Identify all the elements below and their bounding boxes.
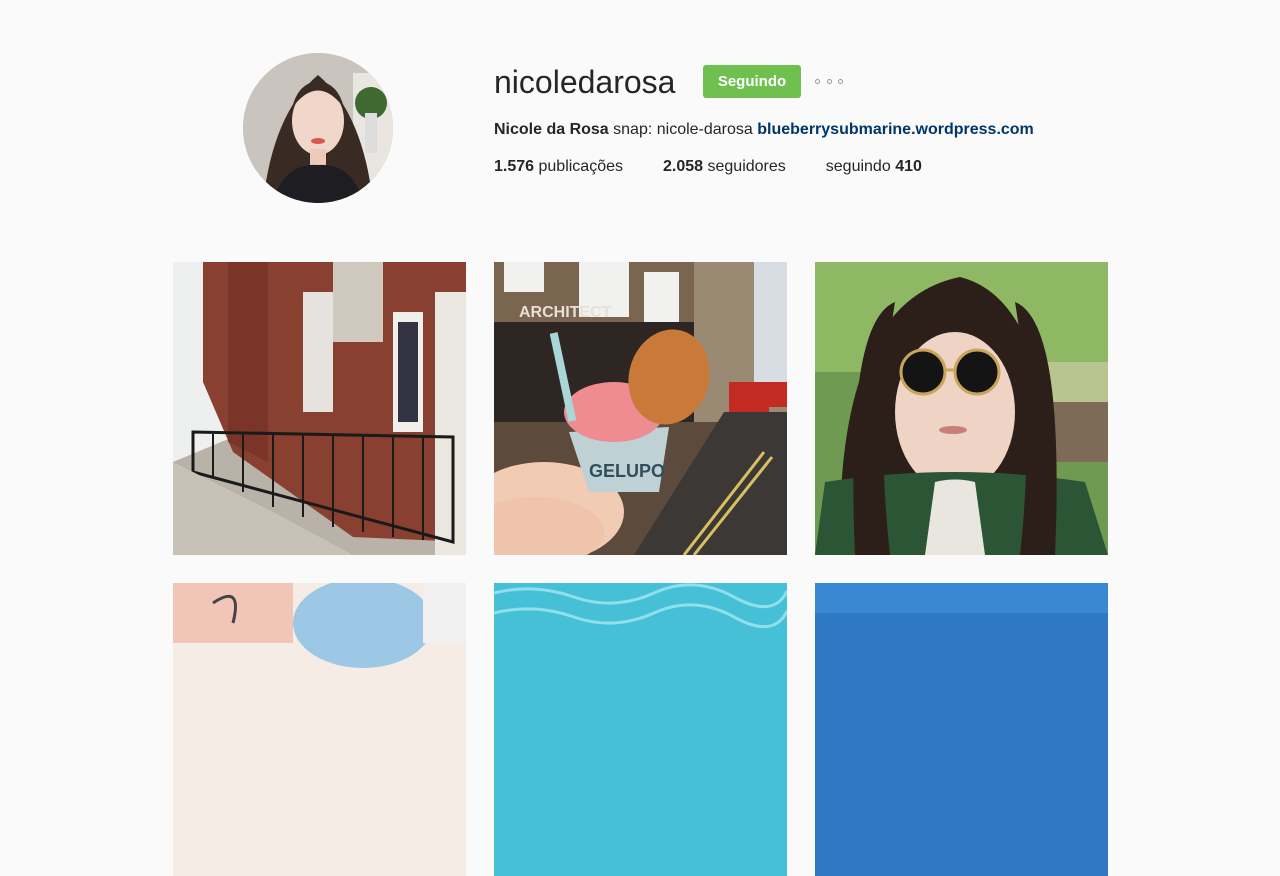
following-stat[interactable]: seguindo 410 — [826, 157, 922, 177]
post-sign-text: ARCHITECT — [519, 304, 612, 321]
post-thumbnail[interactable] — [815, 583, 1108, 876]
profile-bio: Nicole da Rosa snap: nicole-darosa blueb… — [494, 120, 1034, 140]
posts-stat: 1.576 publicações — [494, 157, 623, 177]
followers-count: 2.058 — [663, 158, 704, 175]
post-cup-text: GELUPO — [589, 461, 665, 481]
post-thumbnail[interactable] — [173, 583, 466, 876]
profile-avatar[interactable] — [243, 53, 393, 203]
profile-full-name: Nicole da Rosa — [494, 121, 609, 138]
profile-username: nicoledarosa — [494, 64, 676, 100]
profile-bio-text: snap: nicole-darosa — [613, 121, 753, 138]
followers-stat[interactable]: 2.058 seguidores — [663, 157, 786, 177]
following-count: 410 — [895, 158, 922, 175]
post-thumbnail[interactable] — [494, 583, 787, 876]
posts-label: publicações — [538, 158, 624, 175]
following-button[interactable]: Seguindo — [703, 65, 801, 98]
profile-stats: 1.576 publicações 2.058 seguidores segui… — [494, 157, 962, 177]
post-thumbnail[interactable] — [815, 262, 1108, 555]
posts-count: 1.576 — [494, 158, 535, 175]
dot-icon — [838, 78, 843, 84]
followers-label: seguidores — [707, 158, 786, 175]
profile-website-link[interactable]: blueberrysubmarine.wordpress.com — [757, 121, 1034, 138]
dot-icon — [815, 78, 820, 84]
following-label: seguindo — [825, 158, 891, 175]
more-options-icon[interactable] — [815, 73, 843, 89]
dot-icon — [826, 78, 832, 84]
post-thumbnail[interactable] — [173, 262, 466, 555]
post-thumbnail[interactable]: ARCHITECT GELUPO — [494, 262, 787, 555]
